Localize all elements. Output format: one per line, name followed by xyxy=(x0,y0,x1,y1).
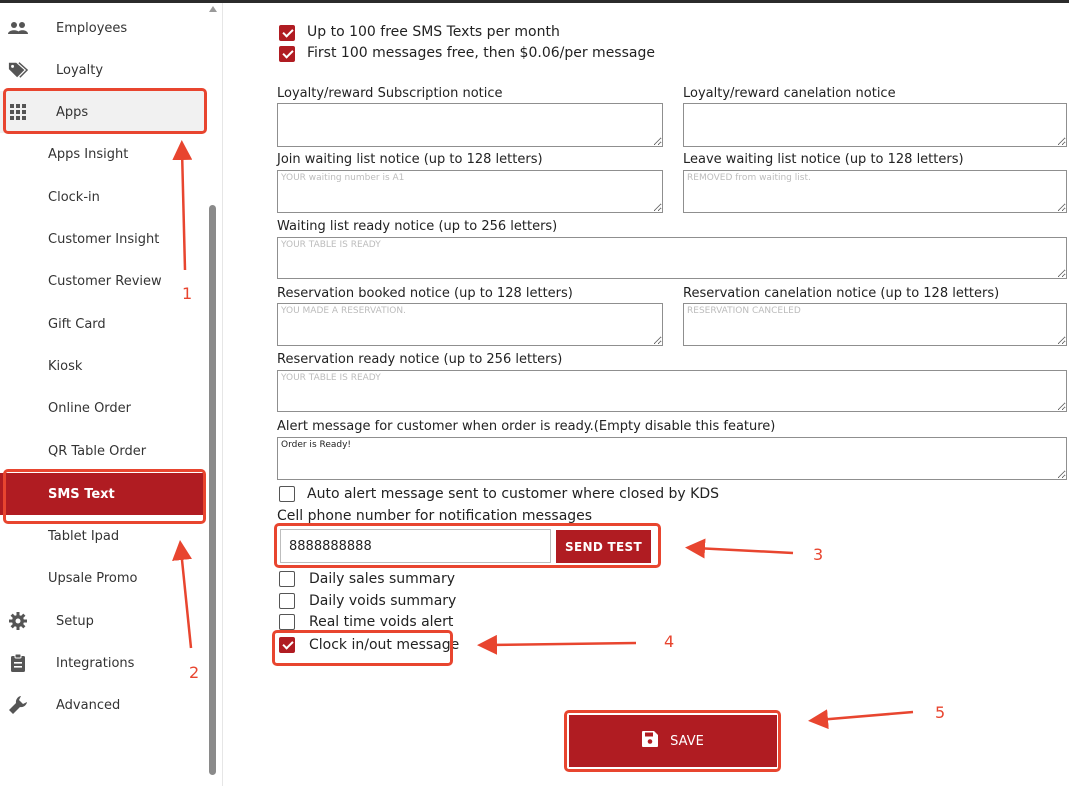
waiting-ready-label: Waiting list ready notice (up to 256 let… xyxy=(277,219,558,234)
sidebar-item-loyalty[interactable]: Loyalty xyxy=(0,49,205,91)
annotation-number-5: 5 xyxy=(935,703,946,722)
join-waiting-textarea[interactable] xyxy=(277,170,663,213)
arrow-3 xyxy=(685,538,794,559)
sidebar-scroll-thumb[interactable] xyxy=(209,205,216,775)
loyalty-cancel-textarea[interactable] xyxy=(683,103,1067,147)
sidebar-item-label: Apps Insight xyxy=(48,146,129,162)
arrow-5 xyxy=(808,709,914,730)
plan-option1-checkbox[interactable] xyxy=(279,25,295,41)
sidebar-item-label: Employees xyxy=(56,20,128,36)
annotation-box-sms-text xyxy=(3,469,206,524)
annotation-number-2: 2 xyxy=(189,663,200,682)
daily-sales-label: Daily sales summary xyxy=(309,571,456,587)
annotation-box-clock xyxy=(272,630,453,666)
realtime-voids-checkbox[interactable] xyxy=(279,614,295,630)
sidebar-item-label: Customer Insight xyxy=(48,231,160,247)
sidebar-item-integrations[interactable]: Integrations xyxy=(0,642,205,684)
sidebar-item-label: Upsale Promo xyxy=(48,570,138,586)
clipboard-icon xyxy=(8,653,28,673)
join-waiting-label: Join waiting list notice (up to 128 lett… xyxy=(277,152,543,167)
plan-option2-checkbox[interactable] xyxy=(279,46,295,62)
sidebar-item-customer-insight[interactable]: Customer Insight xyxy=(0,218,205,260)
loyalty-subscription-textarea[interactable] xyxy=(277,103,663,147)
reservation-ready-label: Reservation ready notice (up to 256 lett… xyxy=(277,352,563,367)
order-ready-alert-label: Alert message for customer when order is… xyxy=(277,419,776,434)
scroll-up-arrow-icon[interactable] xyxy=(209,6,217,12)
auto-alert-checkbox[interactable] xyxy=(279,486,295,502)
realtime-voids-label: Real time voids alert xyxy=(309,614,454,630)
annotation-number-3: 3 xyxy=(813,545,824,564)
sidebar-item-label: Clock-in xyxy=(48,189,100,205)
reservation-ready-textarea[interactable] xyxy=(277,370,1067,412)
sidebar-item-setup[interactable]: Setup xyxy=(0,600,205,642)
sidebar-item-employees[interactable]: Employees xyxy=(0,7,205,49)
arrow-4 xyxy=(477,634,637,655)
plan-option1-label: Up to 100 free SMS Texts per month xyxy=(307,24,560,40)
sidebar-item-apps-insight[interactable]: Apps Insight xyxy=(0,133,205,175)
sidebar-item-label: Setup xyxy=(56,613,94,629)
reservation-cancel-label: Reservation canelation notice (up to 128… xyxy=(683,286,1000,301)
reservation-booked-label: Reservation booked notice (up to 128 let… xyxy=(277,286,573,301)
sidebar-item-advanced[interactable]: Advanced xyxy=(0,684,205,726)
plan-option2-label: First 100 messages free, then $0.06/per … xyxy=(307,45,655,61)
daily-voids-checkbox[interactable] xyxy=(279,593,295,609)
sidebar-item-clock-in[interactable]: Clock-in xyxy=(0,176,205,218)
daily-voids-label: Daily voids summary xyxy=(309,593,457,609)
auto-alert-label: Auto alert message sent to customer wher… xyxy=(307,486,720,502)
annotation-box-save xyxy=(564,710,781,772)
sidebar-item-label: Kiosk xyxy=(48,358,83,374)
gear-icon xyxy=(8,611,28,631)
order-ready-alert-textarea[interactable]: Order is Ready! xyxy=(277,437,1067,480)
annotation-box-phone xyxy=(274,523,661,568)
annotation-box-apps xyxy=(3,88,207,134)
sidebar-item-kiosk[interactable]: Kiosk xyxy=(0,345,205,387)
annotation-number-4: 4 xyxy=(664,632,675,651)
sidebar-item-label: Advanced xyxy=(56,697,121,713)
reservation-cancel-textarea[interactable] xyxy=(683,303,1067,346)
sidebar-item-label: Tablet Ipad xyxy=(48,528,120,544)
sidebar-item-label: Online Order xyxy=(48,400,132,416)
sidebar-item-label: Integrations xyxy=(56,655,135,671)
sidebar-item-label: Loyalty xyxy=(56,62,104,78)
phone-label: Cell phone number for notification messa… xyxy=(277,508,593,524)
annotation-number-1: 1 xyxy=(182,284,193,303)
wrench-icon xyxy=(8,695,28,715)
sidebar-item-upsale-promo[interactable]: Upsale Promo xyxy=(0,557,205,599)
loyalty-cancel-label: Loyalty/reward canelation notice xyxy=(683,86,896,101)
leave-waiting-textarea[interactable] xyxy=(683,170,1067,213)
sidebar-item-label: Gift Card xyxy=(48,316,106,332)
sidebar-item-online-order[interactable]: Online Order xyxy=(0,387,205,429)
sidebar-item-label: QR Table Order xyxy=(48,443,147,459)
tags-icon xyxy=(8,60,28,80)
leave-waiting-label: Leave waiting list notice (up to 128 let… xyxy=(683,152,964,167)
people-icon xyxy=(8,18,28,38)
daily-sales-checkbox[interactable] xyxy=(279,571,295,587)
sidebar-item-customer-review[interactable]: Customer Review xyxy=(0,260,205,302)
waiting-ready-textarea[interactable] xyxy=(277,237,1067,279)
sidebar-item-label: Customer Review xyxy=(48,273,162,289)
sidebar-item-qr-table-order[interactable]: QR Table Order xyxy=(0,430,205,472)
loyalty-subscription-label: Loyalty/reward Subscription notice xyxy=(277,86,503,101)
reservation-booked-textarea[interactable] xyxy=(277,303,663,346)
sidebar-item-gift-card[interactable]: Gift Card xyxy=(0,303,205,345)
